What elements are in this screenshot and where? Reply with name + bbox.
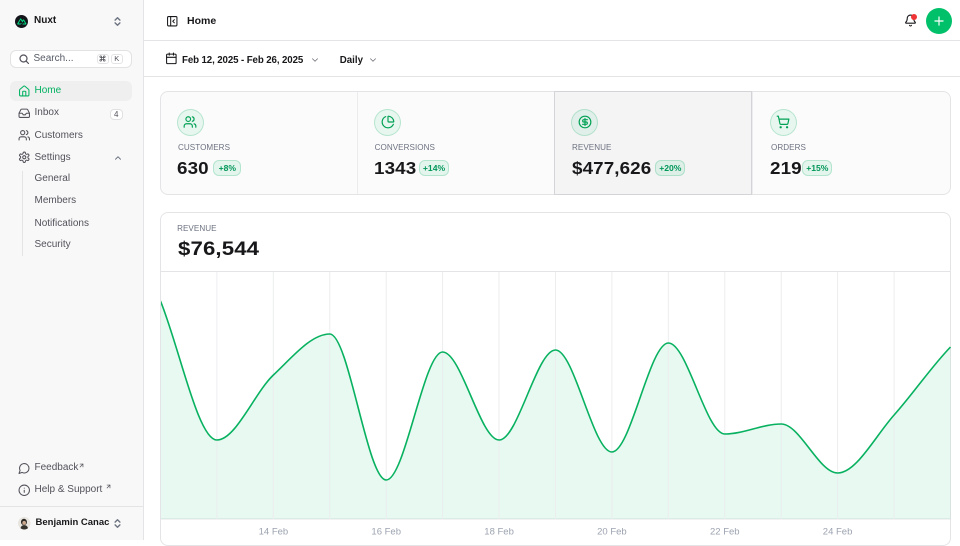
svg-text:14 Feb: 14 Feb (258, 527, 288, 538)
svg-text:24 Feb: 24 Feb (822, 527, 852, 538)
svg-text:16 Feb: 16 Feb (371, 527, 401, 538)
svg-text:22 Feb: 22 Feb (710, 527, 740, 538)
svg-text:20 Feb: 20 Feb (597, 527, 627, 538)
svg-text:18 Feb: 18 Feb (484, 527, 514, 538)
